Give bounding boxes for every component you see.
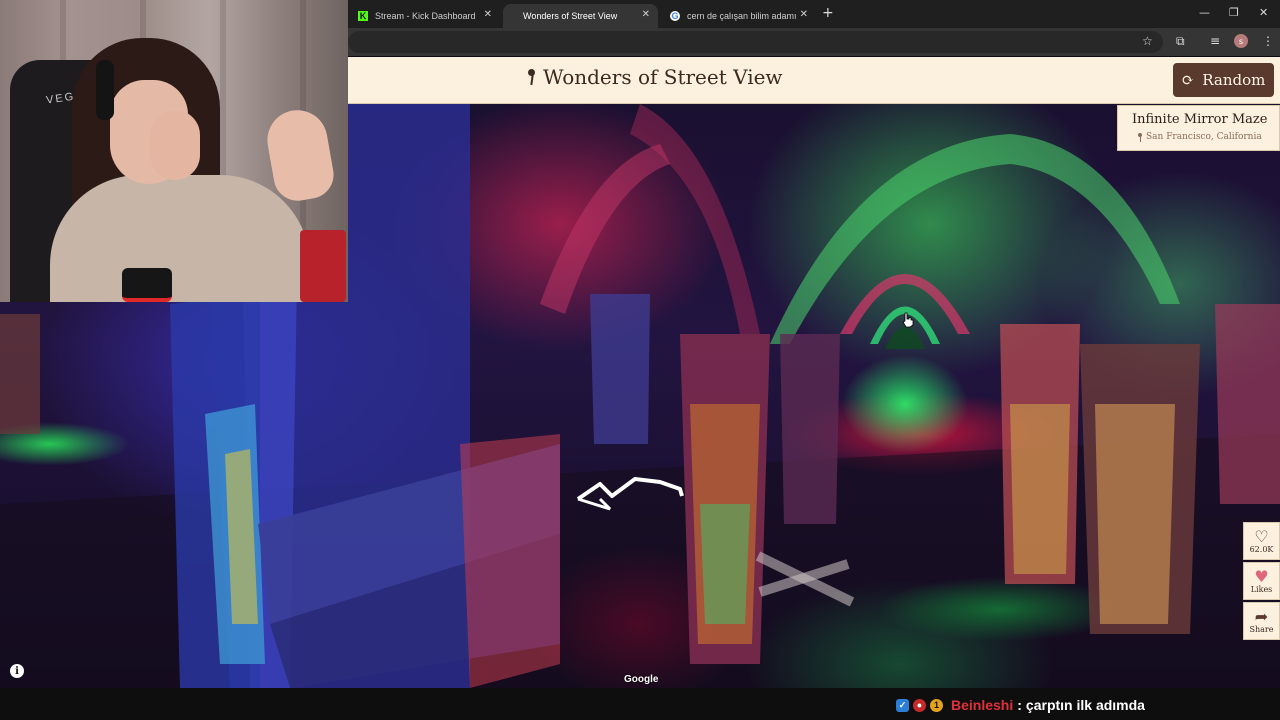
map-pin-icon bbox=[527, 69, 535, 85]
refresh-icon: ⟳ bbox=[1181, 71, 1195, 89]
media-controls-icon[interactable]: ≡ bbox=[1210, 34, 1220, 48]
place-location: San Francisco, California bbox=[1138, 132, 1262, 142]
random-button-label: Random bbox=[1202, 71, 1266, 89]
new-tab-button[interactable]: + bbox=[822, 5, 834, 21]
info-icon[interactable]: i bbox=[10, 664, 24, 678]
like-count: 62.0K bbox=[1249, 544, 1274, 554]
minimize-button[interactable]: — bbox=[1199, 6, 1210, 19]
profile-avatar[interactable]: s bbox=[1234, 34, 1248, 48]
site-header bbox=[348, 57, 1280, 104]
address-bar[interactable] bbox=[348, 31, 1163, 53]
random-button[interactable]: ⟳ Random bbox=[1173, 63, 1274, 97]
tab-kick-dashboard[interactable]: K Stream - Kick Dashboard ✕ bbox=[348, 4, 500, 28]
streamer-hand-right bbox=[262, 105, 338, 205]
close-tab-icon[interactable]: ✕ bbox=[484, 9, 492, 20]
gift-badge-icon: 1 bbox=[930, 698, 943, 712]
chat-username: Beinleshi bbox=[951, 697, 1014, 713]
menu-kebab-icon[interactable]: ⋮ bbox=[1262, 34, 1274, 48]
location-pin-icon bbox=[1138, 132, 1142, 142]
kick-icon: K bbox=[358, 11, 368, 21]
chat-message: ✓ ● 1 Beinleshi : çarptın ilk adımda bbox=[896, 697, 1145, 713]
drink-cup bbox=[300, 230, 346, 302]
place-info-card: Infinite Mirror Maze San Francisco, Cali… bbox=[1117, 105, 1280, 151]
streamer-sweater bbox=[50, 175, 310, 302]
tab-title: Wonders of Street View bbox=[523, 11, 618, 21]
headset-icon bbox=[96, 60, 114, 120]
webcam-overlay: VEGA bbox=[0, 0, 348, 302]
tab-wonders-of-street-view[interactable]: Wonders of Street View ✕ bbox=[503, 4, 658, 28]
site-title-text: Wonders of Street View bbox=[543, 65, 783, 89]
close-tab-icon[interactable]: ✕ bbox=[642, 9, 650, 20]
streamer-hand-left bbox=[150, 110, 200, 180]
place-name: Infinite Mirror Maze bbox=[1132, 112, 1268, 127]
google-icon: G bbox=[670, 11, 680, 21]
tab-google-search[interactable]: G cern de çalışan bilim adamı - G ✕ bbox=[660, 4, 816, 28]
like-button[interactable]: ♡ 62.0K bbox=[1243, 522, 1280, 560]
microphone bbox=[122, 268, 172, 302]
likes-button[interactable]: ♥ Likes bbox=[1243, 562, 1280, 600]
chat-text: çarptın ilk adımda bbox=[1025, 697, 1145, 713]
close-tab-icon[interactable]: ✕ bbox=[800, 9, 808, 20]
share-arrow-icon: ➦ bbox=[1254, 606, 1269, 626]
screen: K Stream - Kick Dashboard ✕ Wonders of S… bbox=[0, 0, 1280, 720]
heart-outline-icon: ♡ bbox=[1254, 526, 1269, 546]
bookmark-star-icon[interactable]: ☆ bbox=[1142, 34, 1153, 48]
sub-badge-icon: ● bbox=[913, 698, 926, 712]
share-label: Share bbox=[1249, 624, 1274, 634]
tab-title: Stream - Kick Dashboard bbox=[375, 11, 476, 21]
tab-title: cern de çalışan bilim adamı - G bbox=[687, 11, 799, 21]
restore-button[interactable]: ❐ bbox=[1229, 6, 1239, 19]
hearts-icon: ♥ bbox=[1254, 566, 1269, 586]
extensions-icon[interactable]: ⧉ bbox=[1176, 34, 1185, 49]
place-location-text: San Francisco, California bbox=[1146, 132, 1262, 142]
close-window-button[interactable]: ✕ bbox=[1259, 6, 1268, 19]
google-attribution: Google bbox=[624, 674, 659, 685]
verified-badge-icon: ✓ bbox=[896, 698, 909, 712]
share-button[interactable]: ➦ Share bbox=[1243, 602, 1280, 640]
likes-label: Likes bbox=[1250, 584, 1273, 594]
hand-cursor-icon bbox=[902, 312, 914, 328]
site-title[interactable]: Wonders of Street View bbox=[527, 65, 783, 89]
chat-separator: : bbox=[1017, 697, 1022, 713]
